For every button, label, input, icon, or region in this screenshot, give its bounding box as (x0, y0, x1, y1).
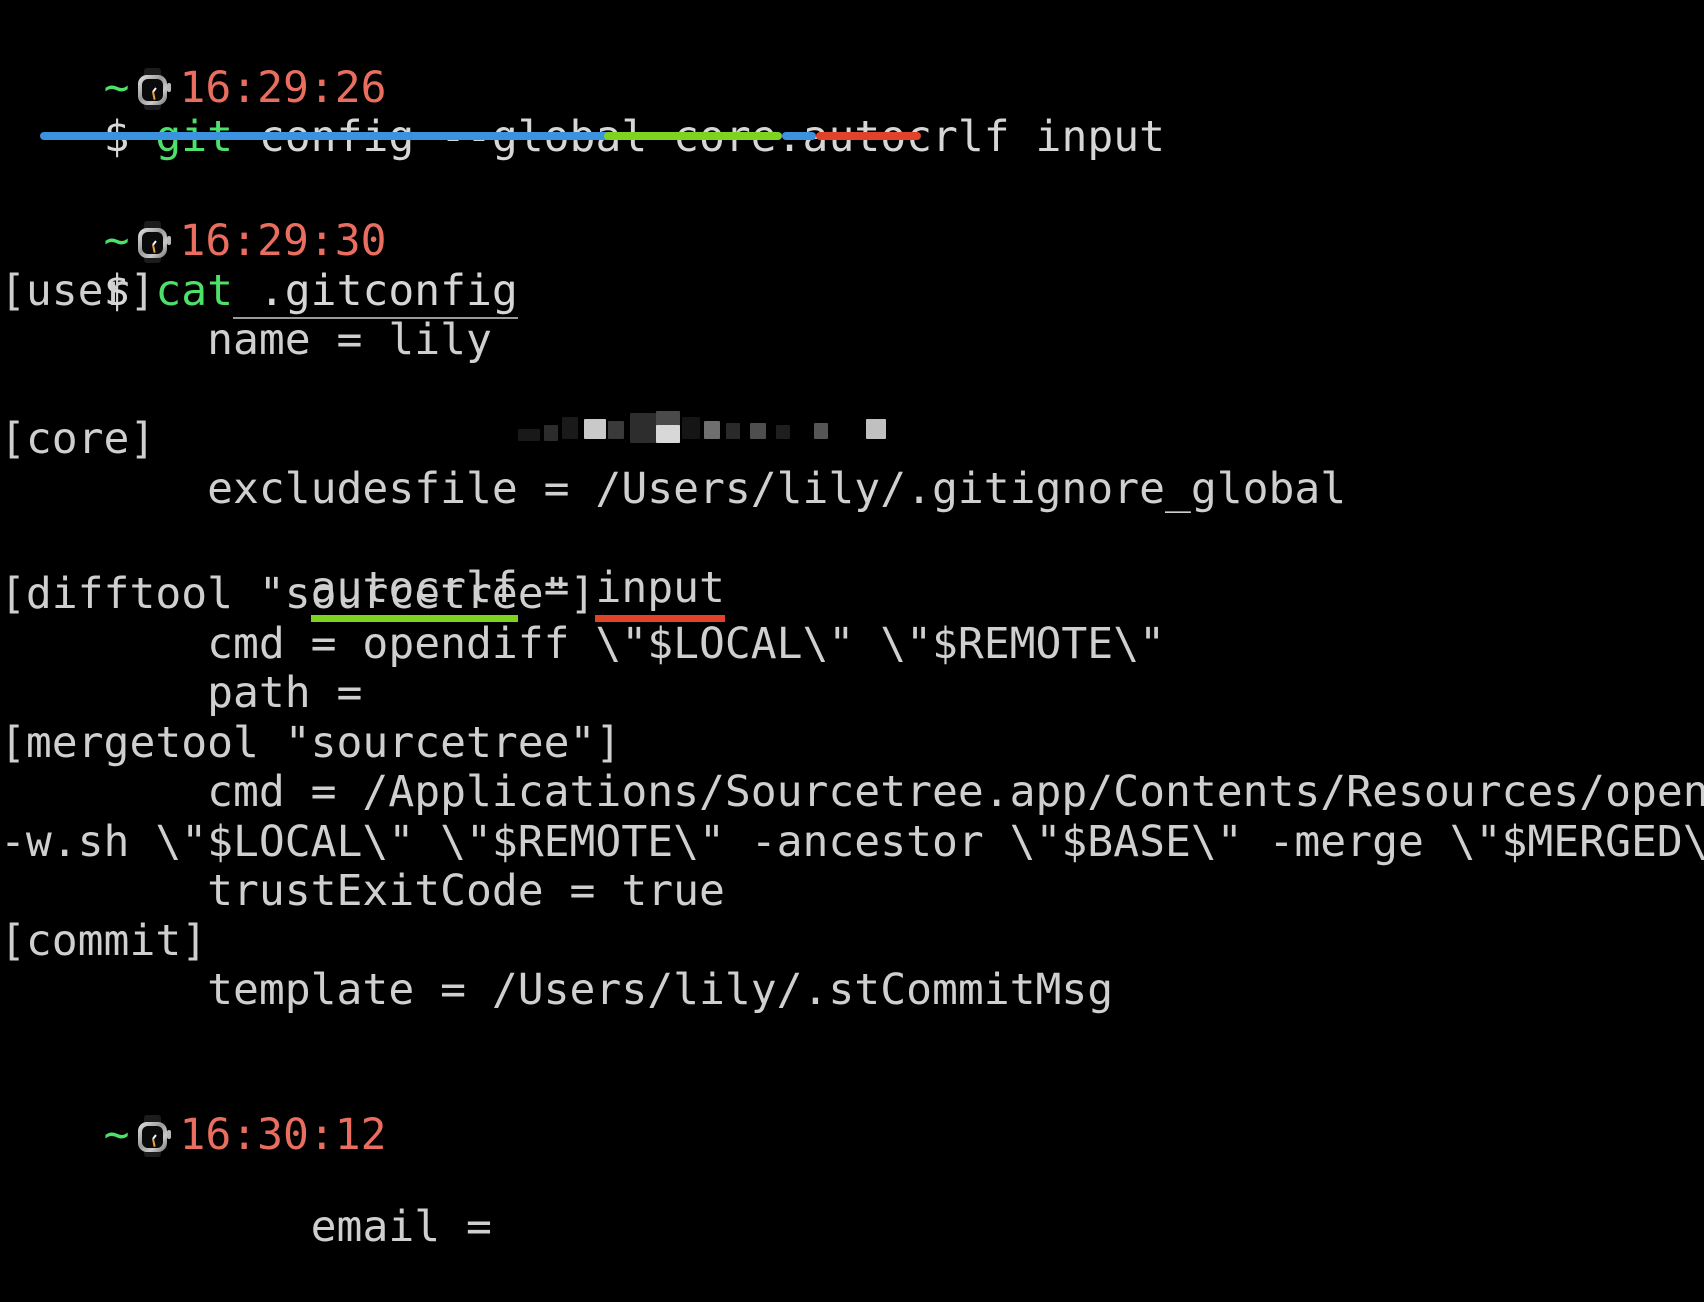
prompt-tilde-3: ~ (103, 1110, 130, 1160)
output-difftool-cmd: cmd = opendiff \"$LOCAL\" \"$REMOTE\" (0, 618, 1165, 669)
output-user-section: [user] (0, 265, 156, 316)
output-difftool-path: path = (0, 668, 389, 718)
timestamp-3: 16:30:12 (179, 1110, 387, 1160)
watch-icon-3 (133, 1114, 173, 1158)
prompt-line-1: ~16:29:26 (0, 0, 1704, 113)
output-difftool-section: [difftool "sourcetree"] (0, 569, 596, 619)
output-excludesfile-line: excludesfile = /Users/lily/.gitignore_gl… (0, 463, 1347, 514)
output-mergetool-cmd-part2: -w.sh \"$LOCAL\" \"$REMOTE\" -ancestor \… (0, 816, 1704, 867)
prompt-line-3: ~16:30:12 (0, 1062, 1704, 1160)
output-autocrlf-line: autocrlf = input (0, 514, 1704, 622)
annotation-bar-red (816, 131, 921, 140)
command-line-2: $ cat .gitconfig (0, 217, 1704, 319)
output-mergetool-section: [mergetool "sourcetree"] (0, 717, 622, 768)
terminal-window[interactable]: ~16:29:26 $ git config --global core.aut… (0, 0, 1704, 1252)
output-mergetool-trustexitcode: trustExitCode = true (0, 866, 725, 916)
output-email-label: email = (103, 1202, 518, 1252)
output-mergetool-cmd-part1: cmd = /Applications/Sourcetree.app/Conte… (0, 767, 1704, 817)
output-commit-template: template = /Users/lily/.stCommitMsg (0, 965, 1114, 1015)
annotation-bar-blue-2 (782, 131, 816, 140)
command-line-1: $ git config --global core.autocrlf inpu… (0, 64, 1704, 162)
output-email-line: email = (0, 366, 1704, 1252)
annotation-bar-blue (40, 131, 610, 140)
prompt-line-2: ~16:29:30 (0, 168, 1704, 266)
output-core-section: [core] (0, 414, 156, 464)
output-commit-section: [commit] (0, 915, 208, 966)
output-name-line: name = lily (0, 315, 492, 365)
annotation-bar-green (604, 131, 782, 140)
